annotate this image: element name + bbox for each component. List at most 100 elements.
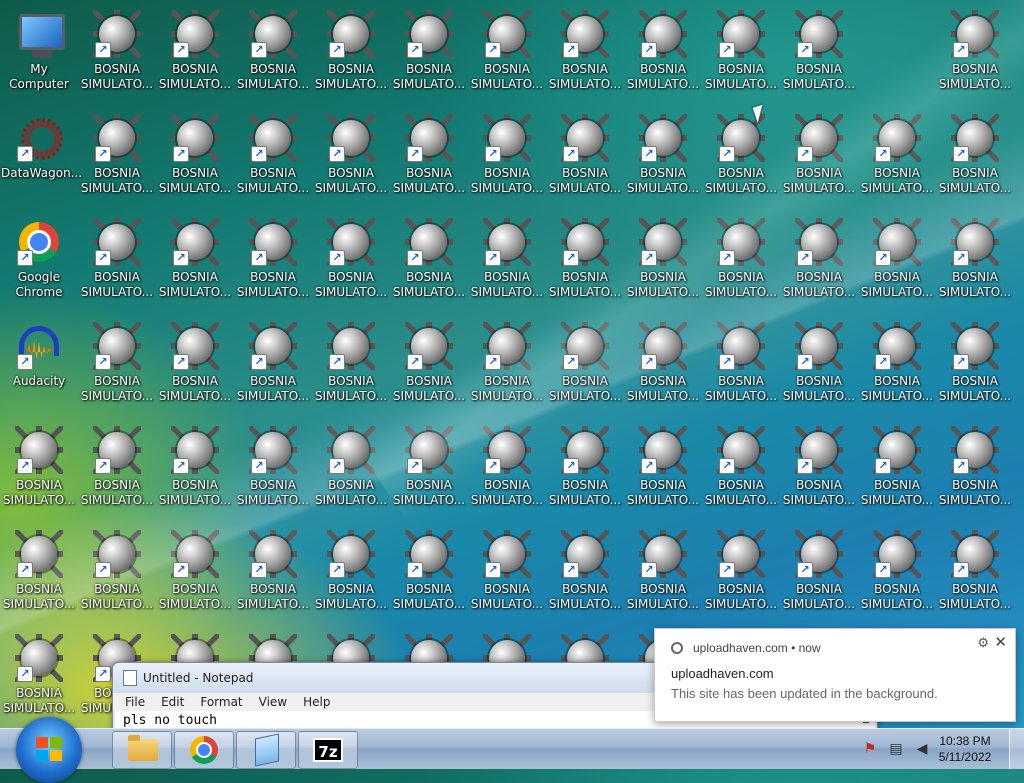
clock[interactable]: 10:38 PM 5/11/2022 (930, 733, 1000, 765)
close-icon[interactable]: ✕ (994, 633, 1007, 651)
desktop-icon-bosnia-simulator[interactable]: ↗ BOSNIA SIMULATO... (313, 524, 389, 620)
desktop-icon-bosnia-simulator[interactable]: ↗ BOSNIA SIMULATO... (79, 212, 155, 308)
desktop-icon-bosnia-simulator[interactable]: ↗ BOSNIA SIMULATO... (625, 108, 701, 204)
desktop-icon-bosnia-simulator[interactable]: ↗ BOSNIA SIMULATO... (703, 420, 779, 516)
menu-edit[interactable]: Edit (153, 695, 192, 709)
desktop-icon-computer[interactable]: My Computer (1, 4, 77, 100)
start-button[interactable] (16, 717, 82, 783)
desktop-icon-bosnia-simulator[interactable]: ↗ BOSNIA SIMULATO... (391, 316, 467, 412)
desktop-icon-bosnia-simulator[interactable]: ↗ BOSNIA SIMULATO... (547, 108, 623, 204)
desktop-icon-bosnia-simulator[interactable]: ↗ BOSNIA SIMULATO... (703, 524, 779, 620)
desktop-icon-bosnia-simulator[interactable]: ↗ BOSNIA SIMULATO... (79, 108, 155, 204)
desktop-icon-bosnia-simulator[interactable]: ↗ BOSNIA SIMULATO... (625, 316, 701, 412)
desktop-icon-bosnia-simulator[interactable]: ↗ BOSNIA SIMULATO... (469, 316, 545, 412)
desktop-icon-bosnia-simulator[interactable]: ↗ BOSNIA SIMULATO... (625, 212, 701, 308)
gear-icon[interactable]: ⚙ (977, 635, 989, 651)
desktop-icon-bosnia-simulator[interactable]: ↗ BOSNIA SIMULATO... (313, 108, 389, 204)
desktop-icon-chrome[interactable]: ↗ Google Chrome (1, 212, 77, 308)
desktop-icon-bosnia-simulator[interactable]: ↗ BOSNIA SIMULATO... (937, 316, 1013, 412)
desktop-icon-bosnia-simulator[interactable]: ↗ BOSNIA SIMULATO... (79, 4, 155, 100)
menu-format[interactable]: Format (192, 695, 250, 709)
desktop-icon-bosnia-simulator[interactable]: ↗ BOSNIA SIMULATO... (781, 212, 857, 308)
desktop-icon-bosnia-simulator[interactable]: ↗ BOSNIA SIMULATO... (391, 4, 467, 100)
desktop-icon-audacity[interactable]: ↗ Audacity (1, 316, 77, 412)
desktop-icon-bosnia-simulator[interactable]: ↗ BOSNIA SIMULATO... (235, 212, 311, 308)
desktop-icon-bosnia-simulator[interactable]: ↗ BOSNIA SIMULATO... (391, 420, 467, 516)
desktop-icon-bosnia-simulator[interactable]: ↗ BOSNIA SIMULATO... (157, 108, 233, 204)
taskbar-notepad-button[interactable] (236, 731, 296, 769)
desktop-icon-bosnia-simulator[interactable]: ↗ BOSNIA SIMULATO... (859, 316, 935, 412)
desktop-icon-bosnia-simulator[interactable]: ↗ BOSNIA SIMULATO... (79, 524, 155, 620)
desktop-icon-bosnia-simulator[interactable]: ↗ BOSNIA SIMULATO... (235, 524, 311, 620)
mine-icon: ↗ (951, 10, 999, 60)
desktop-icon-bosnia-simulator[interactable]: ↗ BOSNIA SIMULATO... (547, 4, 623, 100)
browser-notification[interactable]: uploadhaven.com • now ⚙ ✕ uploadhaven.co… (654, 628, 1016, 722)
desktop-icon-bosnia-simulator[interactable]: ↗ BOSNIA SIMULATO... (781, 524, 857, 620)
desktop-icon-bosnia-simulator[interactable]: ↗ BOSNIA SIMULATO... (859, 108, 935, 204)
desktop-icon-bosnia-simulator[interactable]: ↗ BOSNIA SIMULATO... (859, 420, 935, 516)
desktop-icon-bosnia-simulator[interactable]: ↗ BOSNIA SIMULATO... (547, 524, 623, 620)
desktop-icon-bosnia-simulator[interactable]: ↗ BOSNIA SIMULATO... (937, 4, 1013, 100)
taskbar-7zip-button[interactable]: 7z (298, 731, 358, 769)
shortcut-arrow-icon: ↗ (719, 146, 735, 162)
desktop-icon-bosnia-simulator[interactable]: ↗ BOSNIA SIMULATO... (235, 316, 311, 412)
desktop-icon-bosnia-simulator[interactable]: ↗ BOSNIA SIMULATO... (313, 420, 389, 516)
desktop-icon-bosnia-simulator[interactable]: ↗ BOSNIA SIMULATO... (781, 4, 857, 100)
desktop-icon-bosnia-simulator[interactable]: ↗ BOSNIA SIMULATO... (625, 524, 701, 620)
desktop-icon-bosnia-simulator[interactable]: ↗ BOSNIA SIMULATO... (79, 420, 155, 516)
desktop-icon-bosnia-simulator[interactable]: ↗ BOSNIA SIMULATO... (1, 524, 77, 620)
desktop-icon-bosnia-simulator[interactable]: ↗ BOSNIA SIMULATO... (469, 420, 545, 516)
volume-icon[interactable]: ◀ (914, 741, 930, 757)
desktop-icon-bosnia-simulator[interactable]: ↗ BOSNIA SIMULATO... (859, 212, 935, 308)
desktop-icon-bosnia-simulator[interactable]: ↗ BOSNIA SIMULATO... (235, 4, 311, 100)
desktop-icon-bosnia-simulator[interactable]: ↗ BOSNIA SIMULATO... (703, 212, 779, 308)
desktop-icon-bosnia-simulator[interactable]: ↗ BOSNIA SIMULATO... (625, 4, 701, 100)
mine-icon: ↗ (795, 530, 843, 580)
desktop-icon-bosnia-simulator[interactable]: ↗ BOSNIA SIMULATO... (547, 316, 623, 412)
desktop-icon-bosnia-simulator[interactable]: ↗ BOSNIA SIMULATO... (469, 4, 545, 100)
desktop-icon-bosnia-simulator[interactable]: ↗ BOSNIA SIMULATO... (313, 4, 389, 100)
desktop-icon-bosnia-simulator[interactable]: ↗ BOSNIA SIMULATO... (469, 524, 545, 620)
desktop-icon-bosnia-simulator[interactable]: ↗ BOSNIA SIMULATO... (547, 212, 623, 308)
desktop-icon-bosnia-simulator[interactable]: ↗ BOSNIA SIMULATO... (157, 212, 233, 308)
desktop-icon-bosnia-simulator[interactable]: ↗ BOSNIA SIMULATO... (235, 420, 311, 516)
desktop-icon-bosnia-simulator[interactable]: ↗ BOSNIA SIMULATO... (235, 108, 311, 204)
desktop-icon-bosnia-simulator[interactable]: ↗ BOSNIA SIMULATO... (859, 524, 935, 620)
desktop-icon-bosnia-simulator[interactable]: ↗ BOSNIA SIMULATO... (781, 108, 857, 204)
show-desktop-button[interactable] (1009, 729, 1024, 769)
action-center-flag-icon[interactable]: ⚑ (862, 741, 878, 757)
desktop-icon-bosnia-simulator[interactable]: ↗ BOSNIA SIMULATO... (157, 524, 233, 620)
desktop-icon-bosnia-simulator[interactable]: ↗ BOSNIA SIMULATO... (937, 108, 1013, 204)
taskbar-chrome-button[interactable] (174, 731, 234, 769)
desktop-icon-bosnia-simulator[interactable]: ↗ BOSNIA SIMULATO... (1, 628, 77, 724)
desktop-icon-bosnia-simulator[interactable]: ↗ BOSNIA SIMULATO... (781, 316, 857, 412)
menu-help[interactable]: Help (295, 695, 338, 709)
desktop-icon-bosnia-simulator[interactable]: ↗ BOSNIA SIMULATO... (937, 420, 1013, 516)
desktop-icon-bosnia-simulator[interactable]: ↗ BOSNIA SIMULATO... (547, 420, 623, 516)
desktop-icon-bosnia-simulator[interactable]: ↗ BOSNIA SIMULATO... (157, 420, 233, 516)
desktop-icon-bosnia-simulator[interactable]: ↗ BOSNIA SIMULATO... (1, 420, 77, 516)
desktop-icon-bosnia-simulator[interactable]: ↗ BOSNIA SIMULATO... (703, 108, 779, 204)
desktop-icon-datawagon[interactable]: ↗ DataWagon... (1, 108, 82, 204)
desktop-icon-bosnia-simulator[interactable]: ↗ BOSNIA SIMULATO... (469, 212, 545, 308)
desktop-icon-bosnia-simulator[interactable]: ↗ BOSNIA SIMULATO... (781, 420, 857, 516)
desktop-icon-bosnia-simulator[interactable]: ↗ BOSNIA SIMULATO... (313, 316, 389, 412)
taskbar-explorer-button[interactable] (112, 731, 172, 769)
desktop-icon-bosnia-simulator[interactable]: ↗ BOSNIA SIMULATO... (313, 212, 389, 308)
desktop-icon-bosnia-simulator[interactable]: ↗ BOSNIA SIMULATO... (625, 420, 701, 516)
desktop-icon-bosnia-simulator[interactable]: ↗ BOSNIA SIMULATO... (703, 316, 779, 412)
desktop-icon-bosnia-simulator[interactable]: ↗ BOSNIA SIMULATO... (937, 524, 1013, 620)
menu-view[interactable]: View (251, 695, 295, 709)
desktop-icon-bosnia-simulator[interactable]: ↗ BOSNIA SIMULATO... (703, 4, 779, 100)
desktop-icon-bosnia-simulator[interactable]: ↗ BOSNIA SIMULATO... (157, 4, 233, 100)
desktop-icon-bosnia-simulator[interactable]: ↗ BOSNIA SIMULATO... (157, 316, 233, 412)
desktop-icon-label: BOSNIA SIMULATO... (860, 166, 934, 195)
desktop-icon-bosnia-simulator[interactable]: ↗ BOSNIA SIMULATO... (391, 212, 467, 308)
desktop-icon-bosnia-simulator[interactable]: ↗ BOSNIA SIMULATO... (391, 524, 467, 620)
desktop-icon-bosnia-simulator[interactable]: ↗ BOSNIA SIMULATO... (79, 316, 155, 412)
menu-file[interactable]: File (117, 695, 153, 709)
desktop-icon-bosnia-simulator[interactable]: ↗ BOSNIA SIMULATO... (469, 108, 545, 204)
desktop-icon-bosnia-simulator[interactable]: ↗ BOSNIA SIMULATO... (937, 212, 1013, 308)
desktop-icon-bosnia-simulator[interactable]: ↗ BOSNIA SIMULATO... (391, 108, 467, 204)
network-icon[interactable]: ▤ (888, 741, 904, 757)
